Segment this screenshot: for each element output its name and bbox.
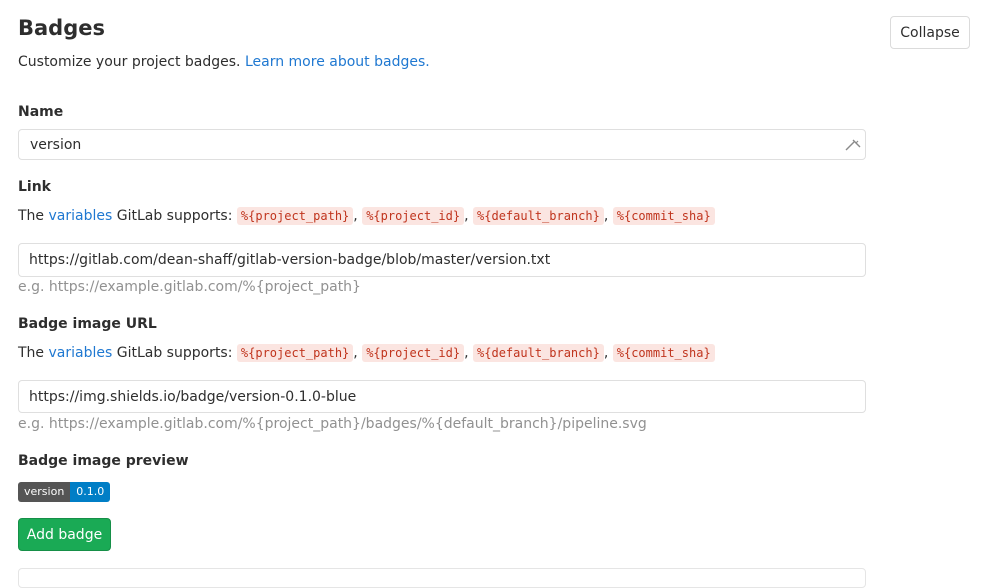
- image-url-input[interactable]: [18, 380, 866, 413]
- link-help-text: The variables GitLab supports: %{project…: [18, 206, 715, 226]
- variables-link[interactable]: variables: [49, 208, 113, 224]
- variables-link[interactable]: variables: [49, 345, 113, 361]
- link-input[interactable]: [18, 243, 866, 277]
- badge-list-panel: [18, 568, 866, 588]
- link-label: Link: [18, 179, 51, 195]
- name-input[interactable]: [18, 129, 866, 160]
- variable-code: %{project_id}: [362, 344, 465, 362]
- badge-preview-image: version 0.1.0: [18, 482, 111, 502]
- variable-code: %{commit_sha}: [612, 344, 715, 362]
- image-url-label: Badge image URL: [18, 316, 157, 332]
- variable-code: %{project_id}: [362, 207, 465, 225]
- badge-label-part: version: [18, 482, 71, 502]
- help-suffix: GitLab supports:: [116, 208, 233, 224]
- description-text: Customize your project badges.: [18, 54, 241, 70]
- badge-value-part: 0.1.0: [70, 482, 111, 502]
- page-description: Customize your project badges. Learn mor…: [18, 52, 430, 72]
- preview-label: Badge image preview: [18, 453, 189, 469]
- page-title: Badges: [18, 16, 105, 40]
- image-url-help-text: The variables GitLab supports: %{project…: [18, 343, 715, 363]
- variable-code: %{default_branch}: [473, 207, 604, 225]
- variable-code: %{commit_sha}: [612, 207, 715, 225]
- help-prefix: The: [18, 345, 45, 361]
- variable-code: %{project_path}: [236, 344, 354, 362]
- image-url-example-hint: e.g. https://example.gitlab.com/%{projec…: [18, 416, 647, 432]
- learn-more-link[interactable]: Learn more about badges.: [245, 54, 430, 70]
- variable-code: %{project_path}: [236, 207, 354, 225]
- link-example-hint: e.g. https://example.gitlab.com/%{projec…: [18, 279, 361, 295]
- add-badge-button[interactable]: Add badge: [18, 518, 111, 551]
- collapse-button[interactable]: Collapse: [890, 16, 970, 49]
- autofill-key-icon[interactable]: [845, 137, 861, 151]
- help-prefix: The: [18, 208, 45, 224]
- help-suffix: GitLab supports:: [116, 345, 233, 361]
- name-field-wrapper: [18, 129, 866, 160]
- variable-code: %{default_branch}: [473, 344, 604, 362]
- name-label: Name: [18, 104, 64, 120]
